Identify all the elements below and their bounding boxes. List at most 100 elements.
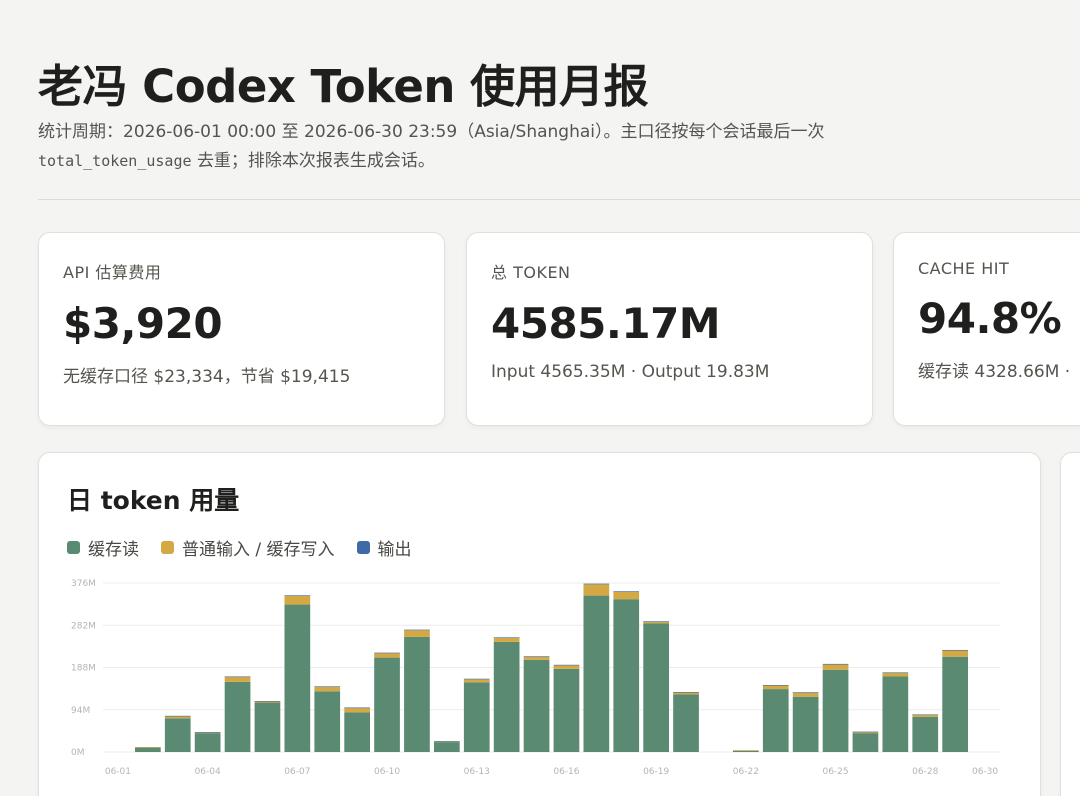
kpi-card-cache-hit: CACHE HIT 94.8% 缓存读 4328.66M · [893, 232, 1080, 426]
bar-segment-06-28-2[interactable] [912, 714, 939, 716]
bar-segment-06-16-1[interactable] [553, 665, 580, 669]
subtitle-text: 统计周期：2026-06-01 00:00 至 2026-06-30 23:59… [38, 122, 825, 142]
bar-segment-06-26-0[interactable] [852, 733, 879, 752]
bar-segment-06-05-0[interactable] [224, 681, 251, 752]
bar-segment-06-03-0[interactable] [164, 718, 191, 752]
bar-segment-06-20-2[interactable] [673, 692, 699, 693]
subtitle-code: total_token_usage [38, 152, 192, 170]
bar-segment-06-09-0[interactable] [344, 712, 370, 752]
kpi-label: CACHE HIT [918, 259, 1010, 278]
bar-segment-06-09-2[interactable] [344, 707, 370, 709]
bar-segment-06-27-2[interactable] [882, 672, 909, 674]
bar-segment-06-15-1[interactable] [523, 656, 550, 660]
kpi-card-total-token: 总 TOKEN 4585.17M Input 4565.35M · Output… [466, 232, 873, 426]
bar-segment-06-15-2[interactable] [523, 656, 550, 657]
page-subtitle: 统计周期：2026-06-01 00:00 至 2026-06-30 23:59… [38, 118, 1038, 176]
x-tick-label: 06-19 [643, 767, 669, 777]
bar-segment-06-16-0[interactable] [553, 668, 580, 752]
secondary-chart-card [1060, 452, 1080, 796]
bar-segment-06-07-0[interactable] [284, 604, 311, 752]
bar-segment-06-27-1[interactable] [882, 672, 909, 677]
bar-segment-06-14-2[interactable] [493, 637, 520, 638]
bar-segment-06-19-0[interactable] [643, 623, 669, 752]
bar-segment-06-25-1[interactable] [822, 664, 849, 670]
bar-segment-06-25-0[interactable] [822, 669, 849, 752]
bar-segment-06-13-1[interactable] [463, 679, 490, 683]
bar-segment-06-19-2[interactable] [643, 621, 669, 622]
subtitle-text-2: 去重；排除本次报表生成会话。 [196, 151, 435, 171]
x-tick-label: 06-30 [972, 767, 998, 777]
bar-segment-06-24-2[interactable] [792, 692, 819, 693]
x-tick-label: 06-28 [912, 767, 938, 777]
x-tick-label: 06-22 [733, 767, 759, 777]
bar-segment-06-02-0[interactable] [134, 747, 161, 752]
bar-segment-06-18-0[interactable] [613, 599, 640, 752]
bar-segment-06-11-2[interactable] [404, 629, 430, 631]
bar-segment-06-24-0[interactable] [792, 696, 819, 752]
bar-segment-06-04-0[interactable] [194, 733, 221, 752]
bar-segment-06-14-0[interactable] [493, 641, 520, 752]
bar-segment-06-22-0[interactable] [732, 750, 759, 752]
bar-segment-06-23-1[interactable] [762, 685, 789, 690]
bar-segment-06-07-2[interactable] [284, 595, 311, 597]
bar-segment-06-08-2[interactable] [314, 686, 341, 687]
bar-segment-06-25-2[interactable] [822, 663, 849, 665]
kpi-label: 总 TOKEN [491, 263, 571, 282]
bar-segment-06-10-2[interactable] [374, 652, 400, 654]
bar-segment-06-02-1[interactable] [134, 747, 161, 748]
header-divider [38, 199, 1080, 200]
x-tick-label: 06-01 [105, 767, 131, 777]
bar-segment-06-07-1[interactable] [284, 596, 311, 605]
bar-segment-06-14-1[interactable] [493, 637, 520, 642]
bar-segment-06-22-1[interactable] [732, 750, 759, 751]
bar-segment-06-29-1[interactable] [942, 650, 968, 657]
bar-segment-06-17-0[interactable] [583, 595, 610, 752]
kpi-label: API 估算费用 [63, 263, 162, 282]
bar-segment-06-16-2[interactable] [553, 664, 580, 666]
bar-segment-06-19-1[interactable] [643, 621, 669, 624]
bar-segment-06-18-1[interactable] [613, 591, 640, 600]
y-tick-label: 376M [71, 579, 96, 589]
y-tick-label: 188M [71, 664, 96, 674]
bar-segment-06-10-0[interactable] [374, 657, 400, 752]
bar-segment-06-26-2[interactable] [852, 731, 879, 733]
bar-segment-06-23-0[interactable] [762, 689, 789, 752]
bar-segment-06-23-2[interactable] [762, 685, 789, 686]
daily-token-chart-card: 日 token 用量 缓存读 普通输入 / 缓存写入 输出 0M 94M 188M 2… [38, 452, 1041, 796]
bar-segment-06-03-2[interactable] [164, 715, 191, 717]
page-title: 老冯 Codex Token 使用月报 [38, 60, 649, 113]
bar-segment-06-11-0[interactable] [404, 636, 430, 752]
bar-segment-06-24-1[interactable] [792, 692, 819, 697]
bar-segment-06-08-1[interactable] [314, 686, 341, 692]
bar-segment-06-13-0[interactable] [463, 682, 490, 752]
kpi-value: $3,920 [63, 299, 223, 348]
bar-segment-06-05-1[interactable] [224, 676, 251, 682]
x-tick-label: 06-25 [822, 767, 848, 777]
bar-segment-06-06-0[interactable] [254, 702, 281, 752]
bar-segment-06-29-2[interactable] [942, 649, 968, 651]
y-tick-label: 282M [71, 621, 96, 631]
bar-segment-06-13-2[interactable] [463, 678, 490, 680]
stacked-bar-chart: 0M 94M 188M 282M 376M 06-01 06-04 06-07 06-10 06-… [71, 579, 1000, 777]
x-tick-label: 06-07 [284, 767, 310, 777]
bar-segment-06-12-2[interactable] [433, 741, 460, 742]
bar-segment-06-12-0[interactable] [433, 742, 460, 752]
y-tick-label: 94M [71, 706, 90, 716]
bar-segment-06-29-0[interactable] [942, 656, 968, 752]
bar-segment-06-28-0[interactable] [912, 716, 939, 752]
bar-segment-06-20-0[interactable] [673, 694, 699, 752]
bar-segment-06-10-1[interactable] [374, 653, 400, 658]
bar-segment-06-17-1[interactable] [583, 584, 610, 596]
bar-segment-06-08-0[interactable] [314, 691, 341, 752]
bar-segment-06-09-1[interactable] [344, 707, 370, 713]
bar-segment-06-05-2[interactable] [224, 676, 251, 678]
bar-segment-06-17-2[interactable] [583, 583, 610, 585]
x-tick-label: 06-16 [553, 767, 579, 777]
bar-segment-06-27-0[interactable] [882, 676, 909, 752]
bar-segment-06-18-2[interactable] [613, 591, 640, 592]
report-page: 老冯 Codex Token 使用月报 统计周期：2026-06-01 00:0… [0, 0, 1080, 796]
bar-segment-06-11-1[interactable] [404, 630, 430, 637]
bar-segment-06-15-0[interactable] [523, 659, 550, 752]
bar-segment-06-04-2[interactable] [194, 732, 221, 733]
bar-segment-06-06-2[interactable] [254, 700, 281, 702]
